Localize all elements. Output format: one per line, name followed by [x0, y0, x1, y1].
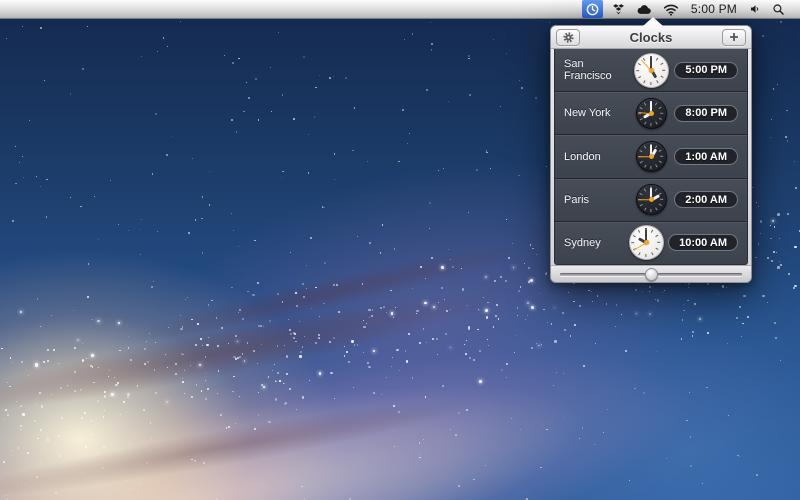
analog-clock	[636, 184, 667, 215]
time-badge: 8:00 PM	[674, 105, 738, 122]
clock-row[interactable]: San Francisco 5:00 PM	[555, 49, 747, 91]
settings-button[interactable]	[556, 29, 580, 46]
spotlight-icon[interactable]	[770, 0, 787, 18]
city-label: Sydney	[564, 237, 624, 249]
analog-clock	[629, 225, 664, 260]
clock-list: San Francisco 5:00 PM New York 8:00 PM L…	[554, 49, 748, 265]
popover-header: Clocks	[551, 26, 751, 49]
clocks-popover: Clocks San Francisco 5:00 PM New York	[550, 25, 752, 283]
time-badge: 2:00 AM	[674, 191, 738, 208]
wifi-icon[interactable]	[661, 0, 681, 18]
menubar-status-items: 5:00 PM	[582, 0, 800, 18]
analog-clock	[636, 141, 667, 172]
city-label: Paris	[564, 194, 629, 206]
popover-arrow	[643, 17, 663, 26]
dropbox-icon[interactable]	[610, 0, 627, 18]
clocks-menu-icon[interactable]	[582, 0, 603, 18]
desktop: 5:00 PM Clocks	[0, 0, 800, 500]
clock-row[interactable]: Sydney 10:00 AM	[555, 221, 747, 264]
clock-row[interactable]: Paris 2:00 AM	[555, 178, 747, 221]
time-badge: 10:00 AM	[668, 234, 738, 251]
gear-icon	[562, 31, 575, 44]
popover-title: Clocks	[580, 30, 722, 45]
slider-knob[interactable]	[645, 268, 658, 281]
time-badge: 1:00 AM	[674, 148, 738, 165]
time-badge: 5:00 PM	[674, 62, 738, 79]
city-label: London	[564, 151, 629, 163]
analog-clock	[634, 53, 669, 88]
clock-size-slider[interactable]	[560, 268, 742, 281]
volume-icon[interactable]	[747, 0, 763, 18]
menu-bar: 5:00 PM	[0, 0, 800, 19]
analog-clock	[636, 98, 667, 129]
city-label: San Francisco	[564, 58, 629, 82]
city-label: New York	[564, 107, 629, 119]
cloud-icon[interactable]	[634, 0, 654, 18]
popover-footer	[551, 265, 751, 282]
menu-clock-time[interactable]: 5:00 PM	[688, 0, 740, 18]
clock-row[interactable]: New York 8:00 PM	[555, 91, 747, 134]
plus-icon	[728, 31, 740, 43]
clock-row[interactable]: London 1:00 AM	[555, 134, 747, 177]
add-clock-button[interactable]	[722, 29, 746, 46]
